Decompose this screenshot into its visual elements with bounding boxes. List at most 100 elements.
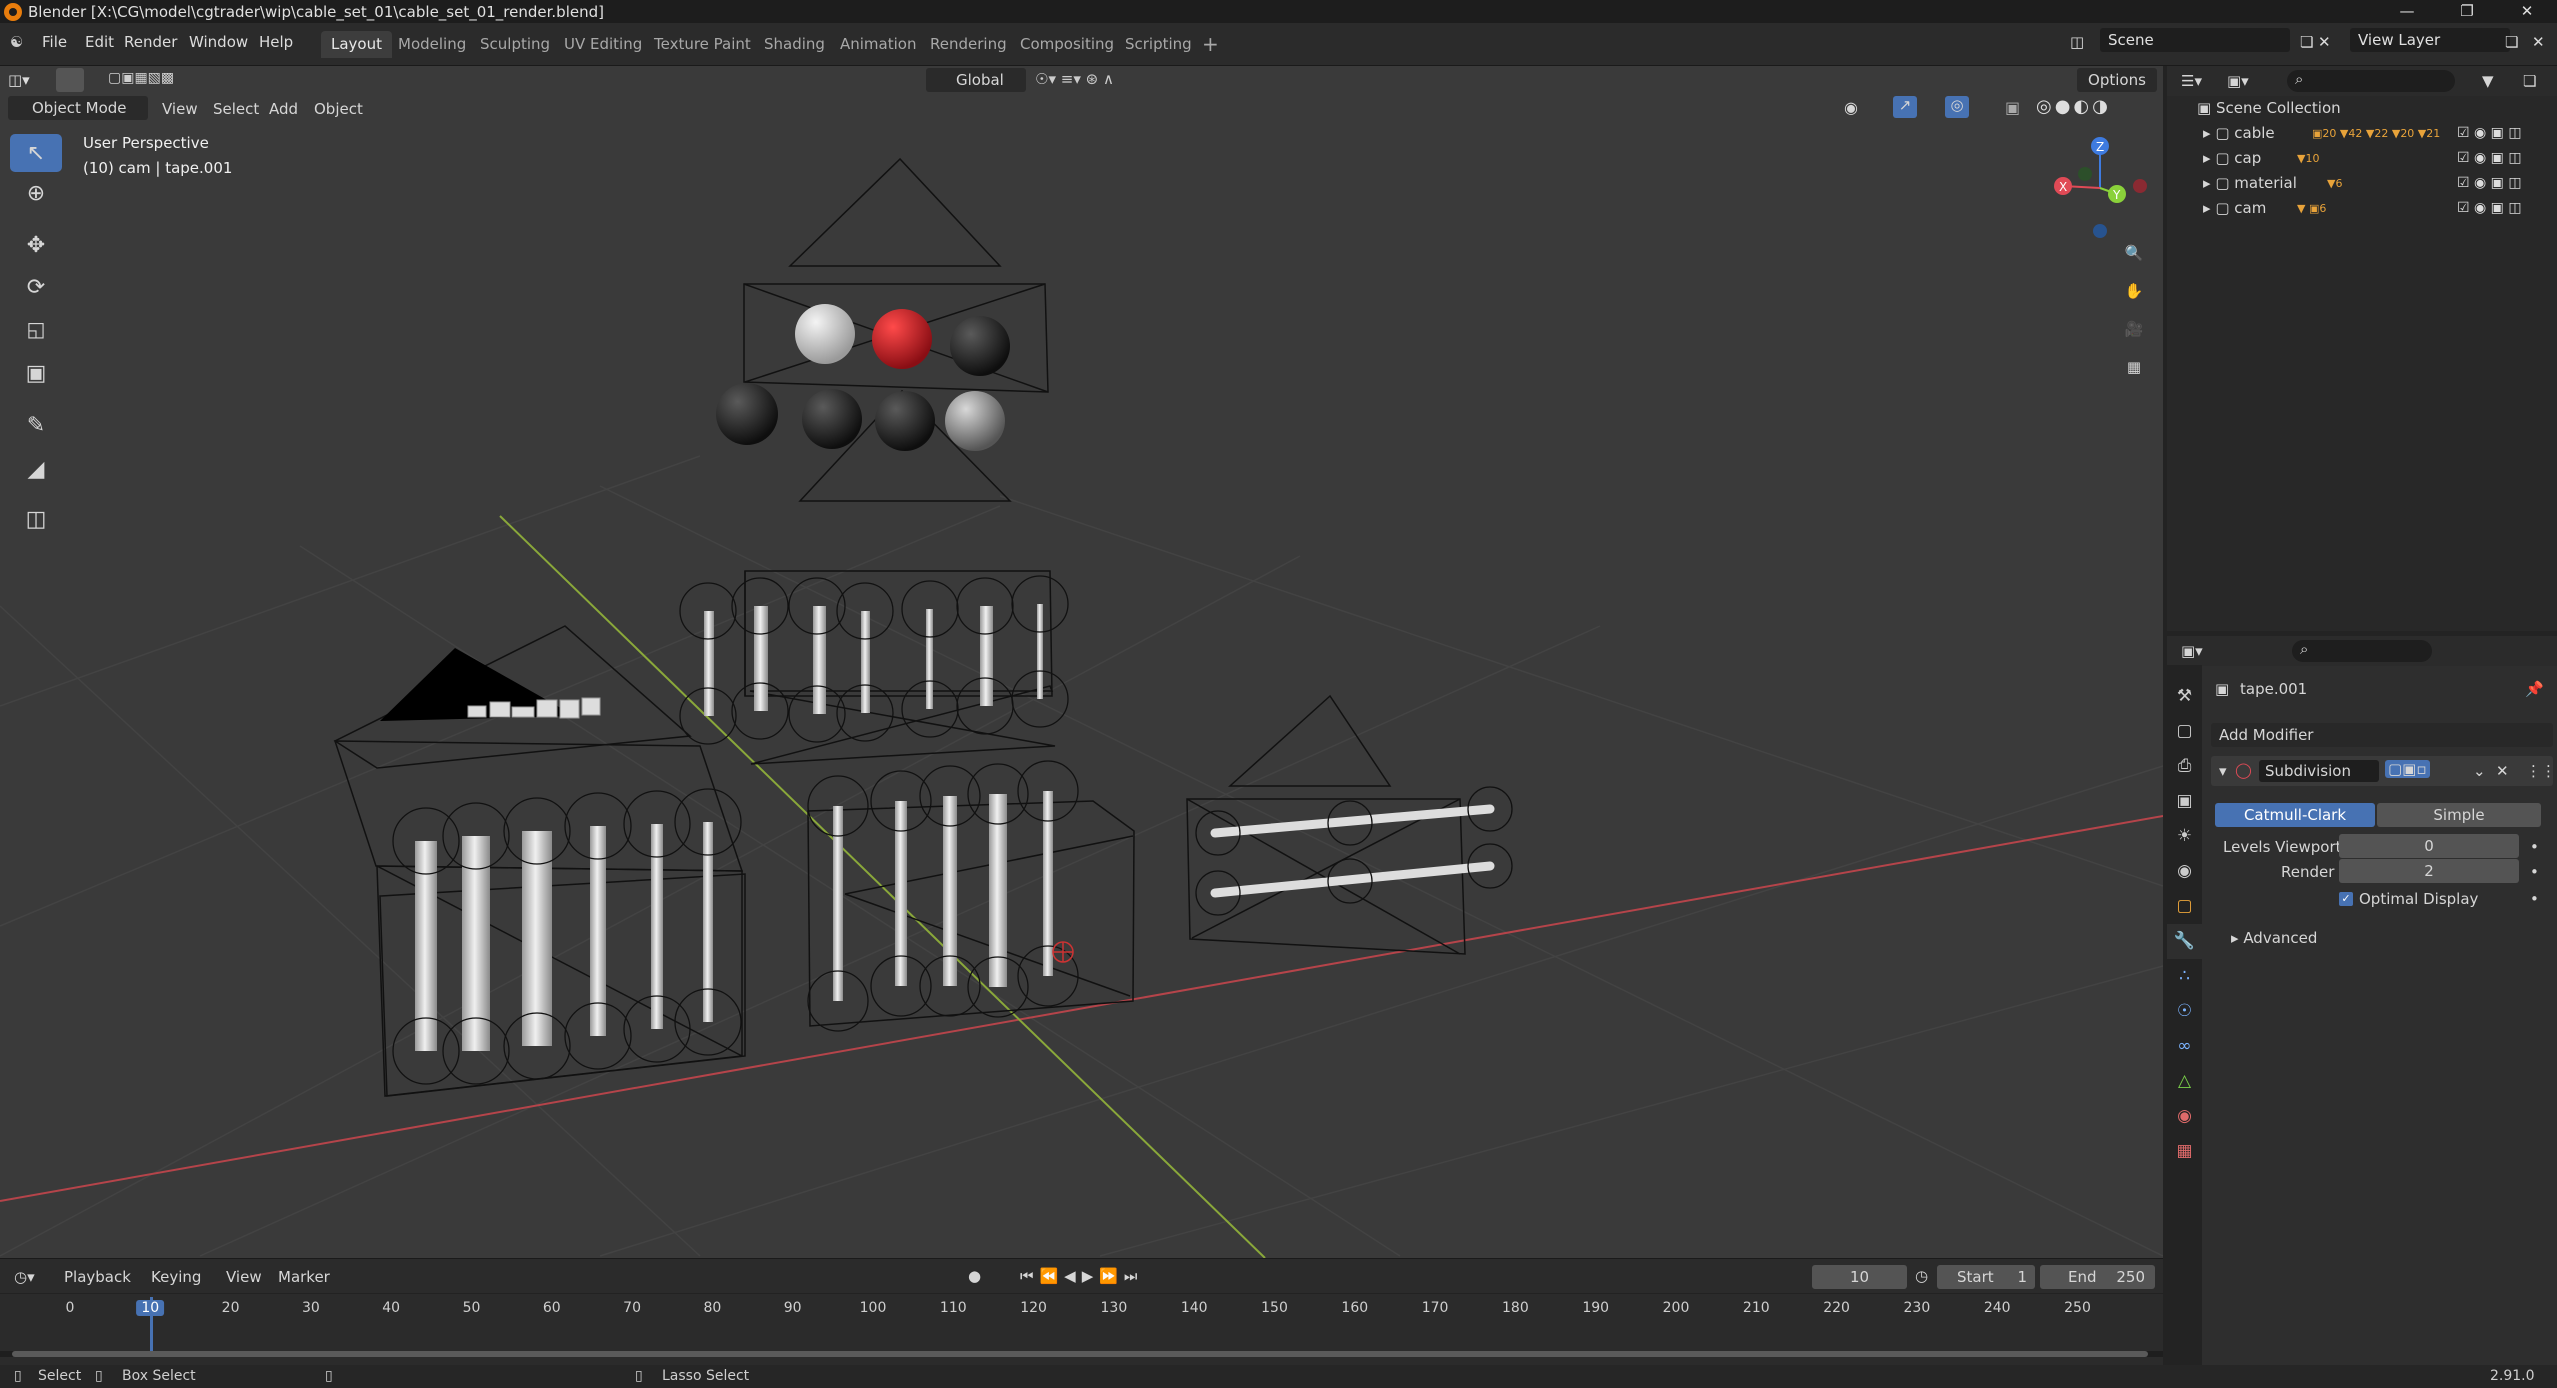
new-view-layer-icon[interactable]: ❏ <box>2505 33 2518 51</box>
current-frame-field[interactable]: 10 <box>1812 1265 1907 1289</box>
menu-render[interactable]: Render <box>124 33 177 51</box>
shading-mode-icons[interactable]: ◎●◐◑ <box>2036 96 2111 117</box>
menu-file[interactable]: File <box>42 33 67 51</box>
filter-icon[interactable]: ▼ <box>2482 72 2494 90</box>
render-tab-icon[interactable]: ▢ <box>2167 714 2202 749</box>
perspective-grid-icon[interactable]: ▦ <box>2115 350 2153 384</box>
view-layer-tab-icon[interactable]: ▣ <box>2167 784 2202 819</box>
tab-modeling[interactable]: Modeling <box>388 31 476 58</box>
scale-tool[interactable]: ◱ <box>10 310 62 348</box>
remove-modifier-icon[interactable]: ✕ <box>2496 762 2509 780</box>
menu-playback[interactable]: Playback <box>64 1268 131 1286</box>
properties-editor[interactable]: ▣▾ ⌕ ▣ tape.001 📌 Add Modifier ▾ ◯ Subdi… <box>2167 636 2557 1374</box>
constraints-tab-icon[interactable]: ∞ <box>2167 1029 2202 1064</box>
minimize-button[interactable]: — <box>2377 0 2437 23</box>
rotate-tool[interactable]: ⟳ <box>10 268 62 306</box>
new-scene-icon[interactable]: ❏ <box>2300 33 2313 51</box>
scene-tab-icon[interactable]: ☀ <box>2167 819 2202 854</box>
scene-collection-row[interactable]: ▣ Scene Collection <box>2167 96 2557 121</box>
keyframe-dot-icon[interactable]: • <box>2530 890 2539 908</box>
end-frame-field[interactable]: End 250 <box>2040 1265 2155 1289</box>
timeline-scrollbar[interactable] <box>0 1351 2163 1357</box>
outliner-search-input[interactable]: ⌕ <box>2287 70 2455 92</box>
editor-type-icon[interactable]: ◫▾ <box>8 71 30 89</box>
menu-help[interactable]: Help <box>259 33 293 51</box>
menu-object[interactable]: Object <box>314 100 363 118</box>
levels-viewport-field[interactable]: 0 <box>2339 834 2519 858</box>
optimal-display-checkbox[interactable]: ✓ <box>2339 892 2353 906</box>
annotate-tool[interactable]: ✎ <box>10 406 62 444</box>
transform-orientation[interactable]: Global <box>926 68 1026 92</box>
pin-icon[interactable]: 📌 <box>2525 680 2544 698</box>
camera-view-icon[interactable]: 🎥 <box>2115 312 2153 346</box>
output-tab-icon[interactable]: ⎙ <box>2167 749 2202 784</box>
object-mode-dropdown[interactable]: Object Mode <box>8 96 148 120</box>
transform-tool[interactable]: ▣ <box>10 354 62 392</box>
particles-tab-icon[interactable]: ∴ <box>2167 959 2202 994</box>
add-workspace-button[interactable]: + <box>1192 31 1229 58</box>
delete-view-layer-icon[interactable]: ✕ <box>2532 33 2545 51</box>
zoom-icon[interactable]: 🔍 <box>2115 236 2153 270</box>
record-icon[interactable]: ● <box>968 1267 981 1285</box>
menu-add[interactable]: Add <box>269 100 298 118</box>
data-tab-icon[interactable]: △ <box>2167 1064 2202 1099</box>
object-tab-icon[interactable]: ▢ <box>2167 889 2202 924</box>
close-window-button[interactable]: ✕ <box>2497 0 2557 23</box>
texture-tab-icon[interactable]: ▦ <box>2167 1134 2202 1169</box>
timeline-editor-icon[interactable]: ◷▾ <box>14 1268 35 1286</box>
tab-animation[interactable]: Animation <box>830 31 926 58</box>
cursor-tool[interactable]: ⊕ <box>10 174 62 212</box>
dropdown-icon[interactable]: ⌄ <box>2473 762 2486 780</box>
menu-select[interactable]: Select <box>213 100 259 118</box>
selection-modes[interactable]: ▢▣▦▧▩ <box>108 70 218 92</box>
keyframe-dot-icon[interactable]: • <box>2530 863 2539 881</box>
tab-texture-paint[interactable]: Texture Paint <box>644 31 761 58</box>
advanced-subpanel[interactable]: ▸ Advanced <box>2231 929 2317 947</box>
add-cube-tool[interactable]: ◫ <box>10 500 62 538</box>
properties-search-input[interactable]: ⌕ <box>2292 640 2432 662</box>
world-tab-icon[interactable]: ◉ <box>2167 854 2202 889</box>
delete-scene-icon[interactable]: ✕ <box>2318 33 2331 51</box>
modifier-name-field[interactable]: Subdivision <box>2259 760 2379 782</box>
select-box-tool[interactable]: ↖ <box>10 134 62 172</box>
material-tab-icon[interactable]: ◉ <box>2167 1099 2202 1134</box>
outliner[interactable]: ☰▾ ▣▾ ⌕ ▼ ❏ ▣ Scene Collection ▸ ▢ cable… <box>2167 66 2557 631</box>
new-collection-icon[interactable]: ❏ <box>2523 72 2536 90</box>
visibility-icon[interactable]: ◉ <box>1844 98 1858 117</box>
menu-view[interactable]: View <box>226 1268 262 1286</box>
display-mode-icon[interactable]: ▣▾ <box>2227 72 2249 90</box>
add-modifier-dropdown[interactable]: Add Modifier <box>2211 723 2553 747</box>
measure-tool[interactable]: ◢ <box>10 450 62 488</box>
tab-shading[interactable]: Shading <box>754 31 835 58</box>
modifier-tab-icon[interactable]: 🔧 <box>2167 924 2202 959</box>
menu-marker[interactable]: Marker <box>278 1268 330 1286</box>
outliner-editor-icon[interactable]: ☰▾ <box>2181 72 2202 90</box>
overlay-toggle-icon[interactable]: ◎ <box>1945 96 1969 118</box>
playback-controls[interactable]: ⏮⏪◀▶⏩⏭ <box>1020 1267 1143 1285</box>
tab-uv-editing[interactable]: UV Editing <box>554 31 652 58</box>
pan-hand-icon[interactable]: ✋ <box>2115 274 2153 308</box>
menu-keying[interactable]: Keying <box>151 1268 201 1286</box>
timeline[interactable]: ◷▾ Playback Keying View Marker ● ⏮⏪◀▶⏩⏭ … <box>0 1258 2163 1374</box>
select-mode-icon[interactable] <box>56 68 84 92</box>
restore-button[interactable]: ❐ <box>2437 0 2497 23</box>
drag-handle-icon[interactable]: ⋮⋮ <box>2526 762 2556 780</box>
keyframe-dot-icon[interactable]: • <box>2530 838 2539 856</box>
collapse-arrow-icon[interactable]: ▾ <box>2219 762 2227 780</box>
move-tool[interactable]: ✥ <box>10 226 62 264</box>
menu-window[interactable]: Window <box>189 33 248 51</box>
tab-compositing[interactable]: Compositing <box>1010 31 1124 58</box>
options-dropdown[interactable]: Options <box>2077 68 2157 92</box>
render-levels-field[interactable]: 2 <box>2339 859 2519 883</box>
physics-tab-icon[interactable]: ☉ <box>2167 994 2202 1029</box>
pivot-snap-icons[interactable]: ☉▾ ≡▾ ⊛ ∧ <box>1035 70 1114 88</box>
expand-arrow-icon[interactable]: ▸ <box>2167 199 2211 217</box>
start-frame-field[interactable]: Start 1 <box>1937 1265 2035 1289</box>
view-layer-field[interactable]: View Layer <box>2350 28 2510 52</box>
properties-editor-icon[interactable]: ▣▾ <box>2181 642 2203 660</box>
tab-scripting[interactable]: Scripting <box>1115 31 1202 58</box>
expand-arrow-icon[interactable]: ▸ <box>2167 124 2211 142</box>
blender-menu-icon[interactable]: ☯ <box>10 33 23 51</box>
menu-view[interactable]: View <box>162 100 198 118</box>
restriction-toggles[interactable]: ☑ ◉ ▣ ◫ ☑ ◉ ▣ ◫ ☑ ◉ ▣ ◫ ☑ ◉ ▣ ◫ <box>2457 121 2557 221</box>
